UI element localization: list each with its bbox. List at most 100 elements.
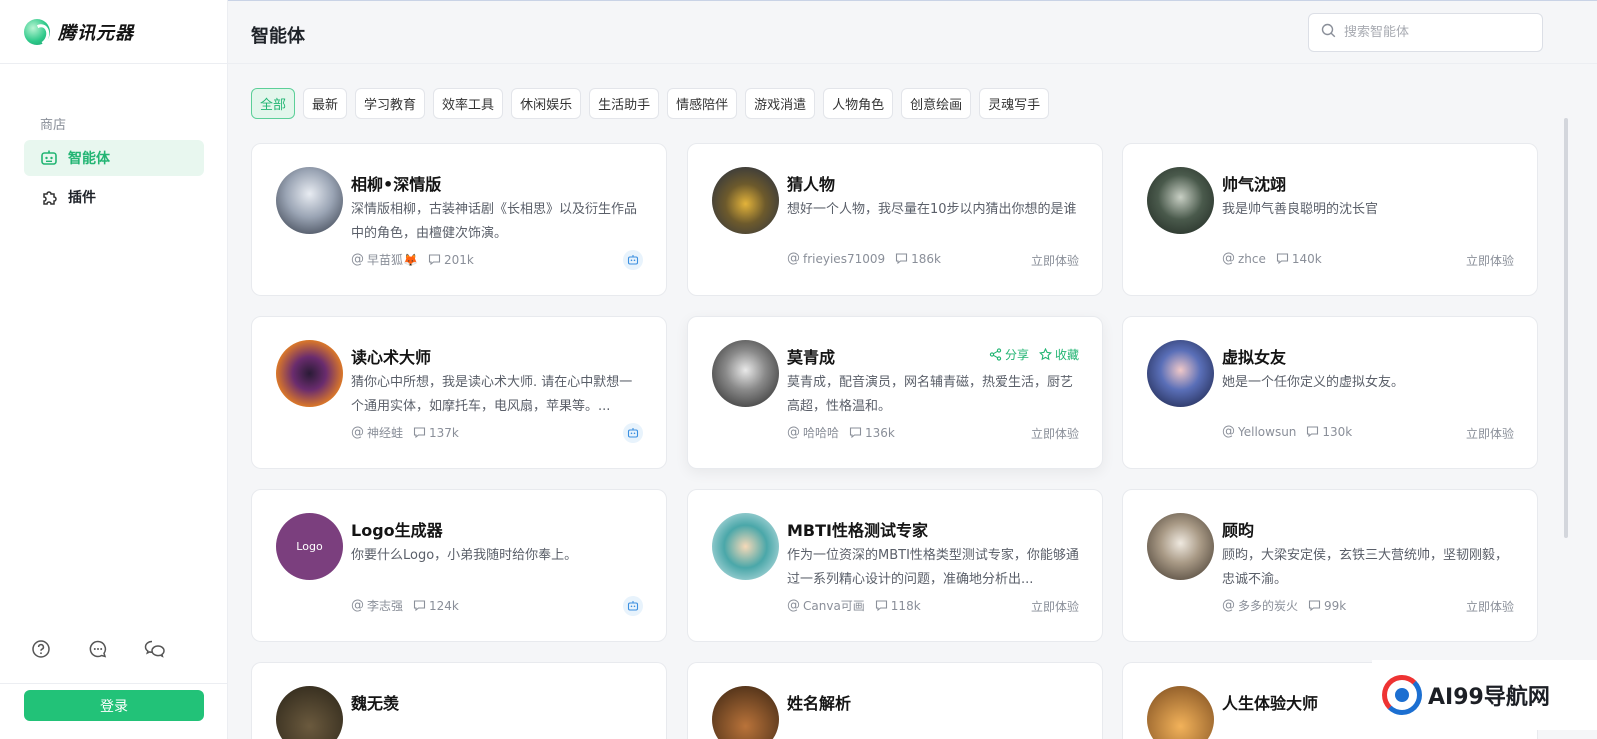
sidebar-item-agents[interactable]: 智能体: [24, 140, 204, 176]
try-now-link[interactable]: 立即体验: [1031, 598, 1079, 615]
sidebar: 腾讯元器 商店 智能体 插件 登录: [0, 0, 228, 739]
favorite-button[interactable]: 收藏: [1038, 346, 1079, 363]
chat-count-icon: [1307, 426, 1319, 438]
tab-characters[interactable]: 人物角色: [823, 88, 894, 119]
card-meta: @ 李志强 124k: [351, 597, 459, 614]
try-now-link[interactable]: 立即体验: [1466, 252, 1514, 269]
tab-all[interactable]: 全部: [251, 88, 296, 119]
card-meta: @ Canva可画 118k: [787, 597, 921, 614]
star-icon: [1038, 348, 1052, 361]
chat-count-icon: [428, 254, 441, 266]
agent-card[interactable]: 虚拟女友 她是一个任你定义的虚拟女友。 @ Yellowsun 130k 立即体…: [1122, 316, 1538, 469]
bot-icon[interactable]: [623, 250, 643, 270]
avatar: [1147, 167, 1214, 234]
agent-card[interactable]: Logo Logo生成器 你要什么Logo，小弟我随时给你奉上。 @ 李志强 1…: [251, 489, 667, 642]
avatar: [712, 686, 779, 739]
avatar: [712, 340, 779, 407]
card-title: 猜人物: [787, 175, 836, 194]
tab-creative-drawing[interactable]: 创意绘画: [901, 88, 972, 119]
card-meta: @ 神经蛙 137k: [351, 424, 459, 441]
agent-card[interactable]: 魏无羡: [251, 662, 667, 739]
favorite-label: 收藏: [1054, 348, 1079, 362]
brand[interactable]: 腾讯元器: [0, 0, 227, 64]
tab-education[interactable]: 学习教育: [355, 88, 426, 119]
feedback-icon[interactable]: [87, 638, 109, 660]
author-icon: @: [787, 251, 800, 266]
scrollbar[interactable]: [1564, 118, 1568, 538]
divider: [0, 683, 227, 684]
card-title: 顾昀: [1222, 521, 1255, 540]
brand-logo-icon: [24, 18, 50, 45]
avatar: [712, 513, 779, 580]
card-title: 读心术大师: [351, 348, 432, 367]
sidebar-item-plugins[interactable]: 插件: [24, 179, 204, 215]
card-title: MBTI性格测试专家: [787, 521, 928, 540]
login-button[interactable]: 登录: [24, 690, 204, 721]
agent-card[interactable]: 猜人物 想好一个人物，我尽量在10步以内猜出你想的是谁 @ frieyies71…: [687, 143, 1103, 296]
author-name: 早苗狐🦊: [367, 253, 418, 267]
avatar: Logo: [276, 513, 343, 580]
chat-count-icon: [1276, 253, 1288, 265]
card-meta: @ 多多的炭火 99k: [1222, 597, 1346, 614]
tab-life-assistant[interactable]: 生活助手: [589, 88, 660, 119]
card-title: 人生体验大师: [1222, 694, 1319, 713]
tab-companion[interactable]: 情感陪伴: [667, 88, 738, 119]
chat-count-icon: [896, 253, 908, 265]
card-meta: @ frieyies71009 186k: [787, 251, 941, 266]
author-icon: @: [1222, 251, 1235, 266]
tab-productivity[interactable]: 效率工具: [433, 88, 504, 119]
tab-games[interactable]: 游戏消遣: [745, 88, 816, 119]
bot-icon[interactable]: [623, 423, 643, 443]
card-title: 虚拟女友: [1222, 348, 1287, 367]
agent-card[interactable]: 顾昀 顾昀，大梁安定侯，玄铁三大营统帅，坚韧刚毅，忠诚不渝。 @ 多多的炭火 9…: [1122, 489, 1538, 642]
author-icon: @: [351, 425, 364, 440]
tab-latest[interactable]: 最新: [303, 88, 348, 119]
agent-card[interactable]: 姓名解析: [687, 662, 1103, 739]
brand-name: 腾讯元器: [58, 22, 134, 44]
author-name: 李志强: [367, 599, 404, 613]
chat-count: 186k: [911, 251, 941, 266]
card-title: 帅气沈翊: [1222, 175, 1287, 194]
try-now-link[interactable]: 立即体验: [1031, 252, 1079, 269]
card-description: 我是帅气善良聪明的沈长官: [1222, 202, 1379, 217]
avatar: [276, 686, 343, 739]
chat-count-icon: [875, 600, 887, 612]
card-description: 你要什么Logo，小弟我随时给你奉上。: [351, 548, 578, 563]
author-name: zhce: [1238, 251, 1266, 266]
card-meta: @ 早苗狐🦊 201k: [351, 251, 474, 268]
chat-count-icon: [849, 427, 862, 439]
bot-icon[interactable]: [623, 596, 643, 616]
chat-count: 118k: [890, 598, 921, 613]
sidebar-tools: [30, 638, 166, 660]
agent-card[interactable]: MBTI性格测试专家 作为一位资深的MBTI性格类型测试专家，你能够通过一系列精…: [687, 489, 1103, 642]
agent-card[interactable]: 相柳•深情版 深情版相柳，古装神话剧《长相思》以及衍生作品中的角色，由檀健次饰演…: [251, 143, 667, 296]
agent-card[interactable]: 读心术大师 猜你心中所想，我是读心术大师. 请在心中默想一个通用实体，如摩托车，…: [251, 316, 667, 469]
author-icon: @: [1222, 424, 1235, 439]
chat-count-icon: [1308, 600, 1321, 612]
watermark-logo-icon: [1382, 675, 1422, 715]
card-description: 想好一个人物，我尽量在10步以内猜出你想的是谁: [787, 202, 1077, 217]
card-title: 莫青成: [787, 348, 836, 367]
tab-entertainment[interactable]: 休闲娱乐: [511, 88, 582, 119]
share-button[interactable]: 分享: [989, 346, 1029, 363]
page-title: 智能体: [251, 26, 305, 47]
author-name: 多多的炭火: [1238, 599, 1299, 613]
card-meta: @ Yellowsun 130k: [1222, 424, 1352, 439]
author-icon: @: [787, 598, 800, 613]
card-description: 猜你心中所想，我是读心术大师. 请在心中默想一个通用实体，如摩托车，电风扇，苹果…: [351, 375, 633, 414]
try-now-link[interactable]: 立即体验: [1466, 425, 1514, 442]
try-now-link[interactable]: 立即体验: [1466, 598, 1514, 615]
card-meta: @ zhce 140k: [1222, 251, 1322, 266]
tab-writer[interactable]: 灵魂写手: [979, 88, 1050, 119]
try-now-link[interactable]: 立即体验: [1031, 425, 1079, 442]
help-icon[interactable]: [30, 638, 52, 660]
wechat-icon[interactable]: [144, 638, 166, 660]
avatar: [276, 167, 343, 234]
chat-count: 130k: [1322, 424, 1353, 439]
agent-card[interactable]: 莫青成 分享 收藏 莫青成，配音演员，网名辅青磁，热爱生活，厨艺高超，性格温和。…: [687, 316, 1103, 469]
search-input[interactable]: [1344, 25, 1524, 40]
author-name: 哈哈哈: [803, 426, 840, 440]
search-box[interactable]: [1308, 13, 1543, 52]
agent-card[interactable]: 帅气沈翊 我是帅气善良聪明的沈长官 @ zhce 140k 立即体验: [1122, 143, 1538, 296]
card-description: 作为一位资深的MBTI性格类型测试专家，你能够通过一系列精心设计的问题，准确地分…: [787, 548, 1079, 587]
